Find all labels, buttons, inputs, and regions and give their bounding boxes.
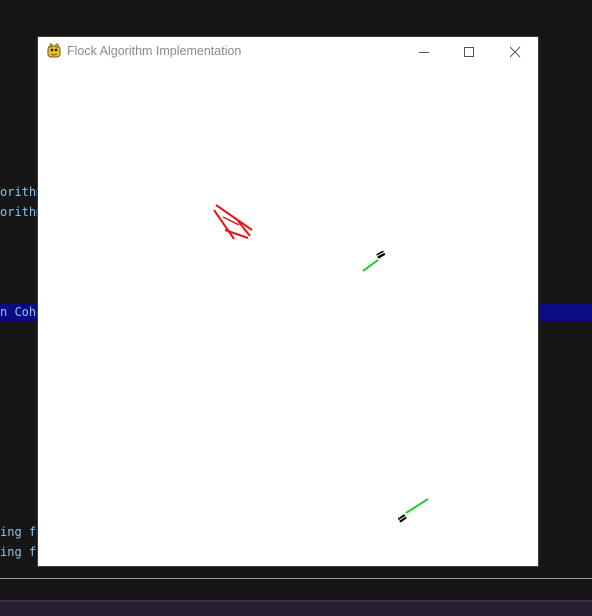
terminal-line: orithm [0,205,44,219]
status-bar [0,600,592,616]
close-button[interactable] [492,37,538,66]
terminal-line: orithm [0,185,44,199]
close-icon [509,46,521,57]
boid-green-1 [362,250,386,272]
title-bar[interactable]: Flock Algorithm Implementation [38,37,538,66]
desktop: orithm orithm n Cohe ing fo ing fo Flock… [0,0,592,616]
terminal-line: ing fo [0,525,44,539]
boid-scene [213,204,429,523]
window-title: Flock Algorithm Implementation [67,44,242,58]
boid-green-2 [397,498,429,523]
terminal-line: ing fo [0,545,44,559]
maximize-button[interactable] [446,37,492,66]
terminal-divider [0,578,592,579]
app-window[interactable]: Flock Algorithm Implementation [38,37,538,566]
maximize-icon [464,46,474,57]
boid-red-cluster [213,204,253,240]
minimize-icon [419,51,429,53]
pygame-snake-icon [46,43,62,59]
terminal-line: n Cohe [0,305,44,319]
minimize-button[interactable] [401,37,447,66]
simulation-canvas[interactable] [38,66,538,566]
